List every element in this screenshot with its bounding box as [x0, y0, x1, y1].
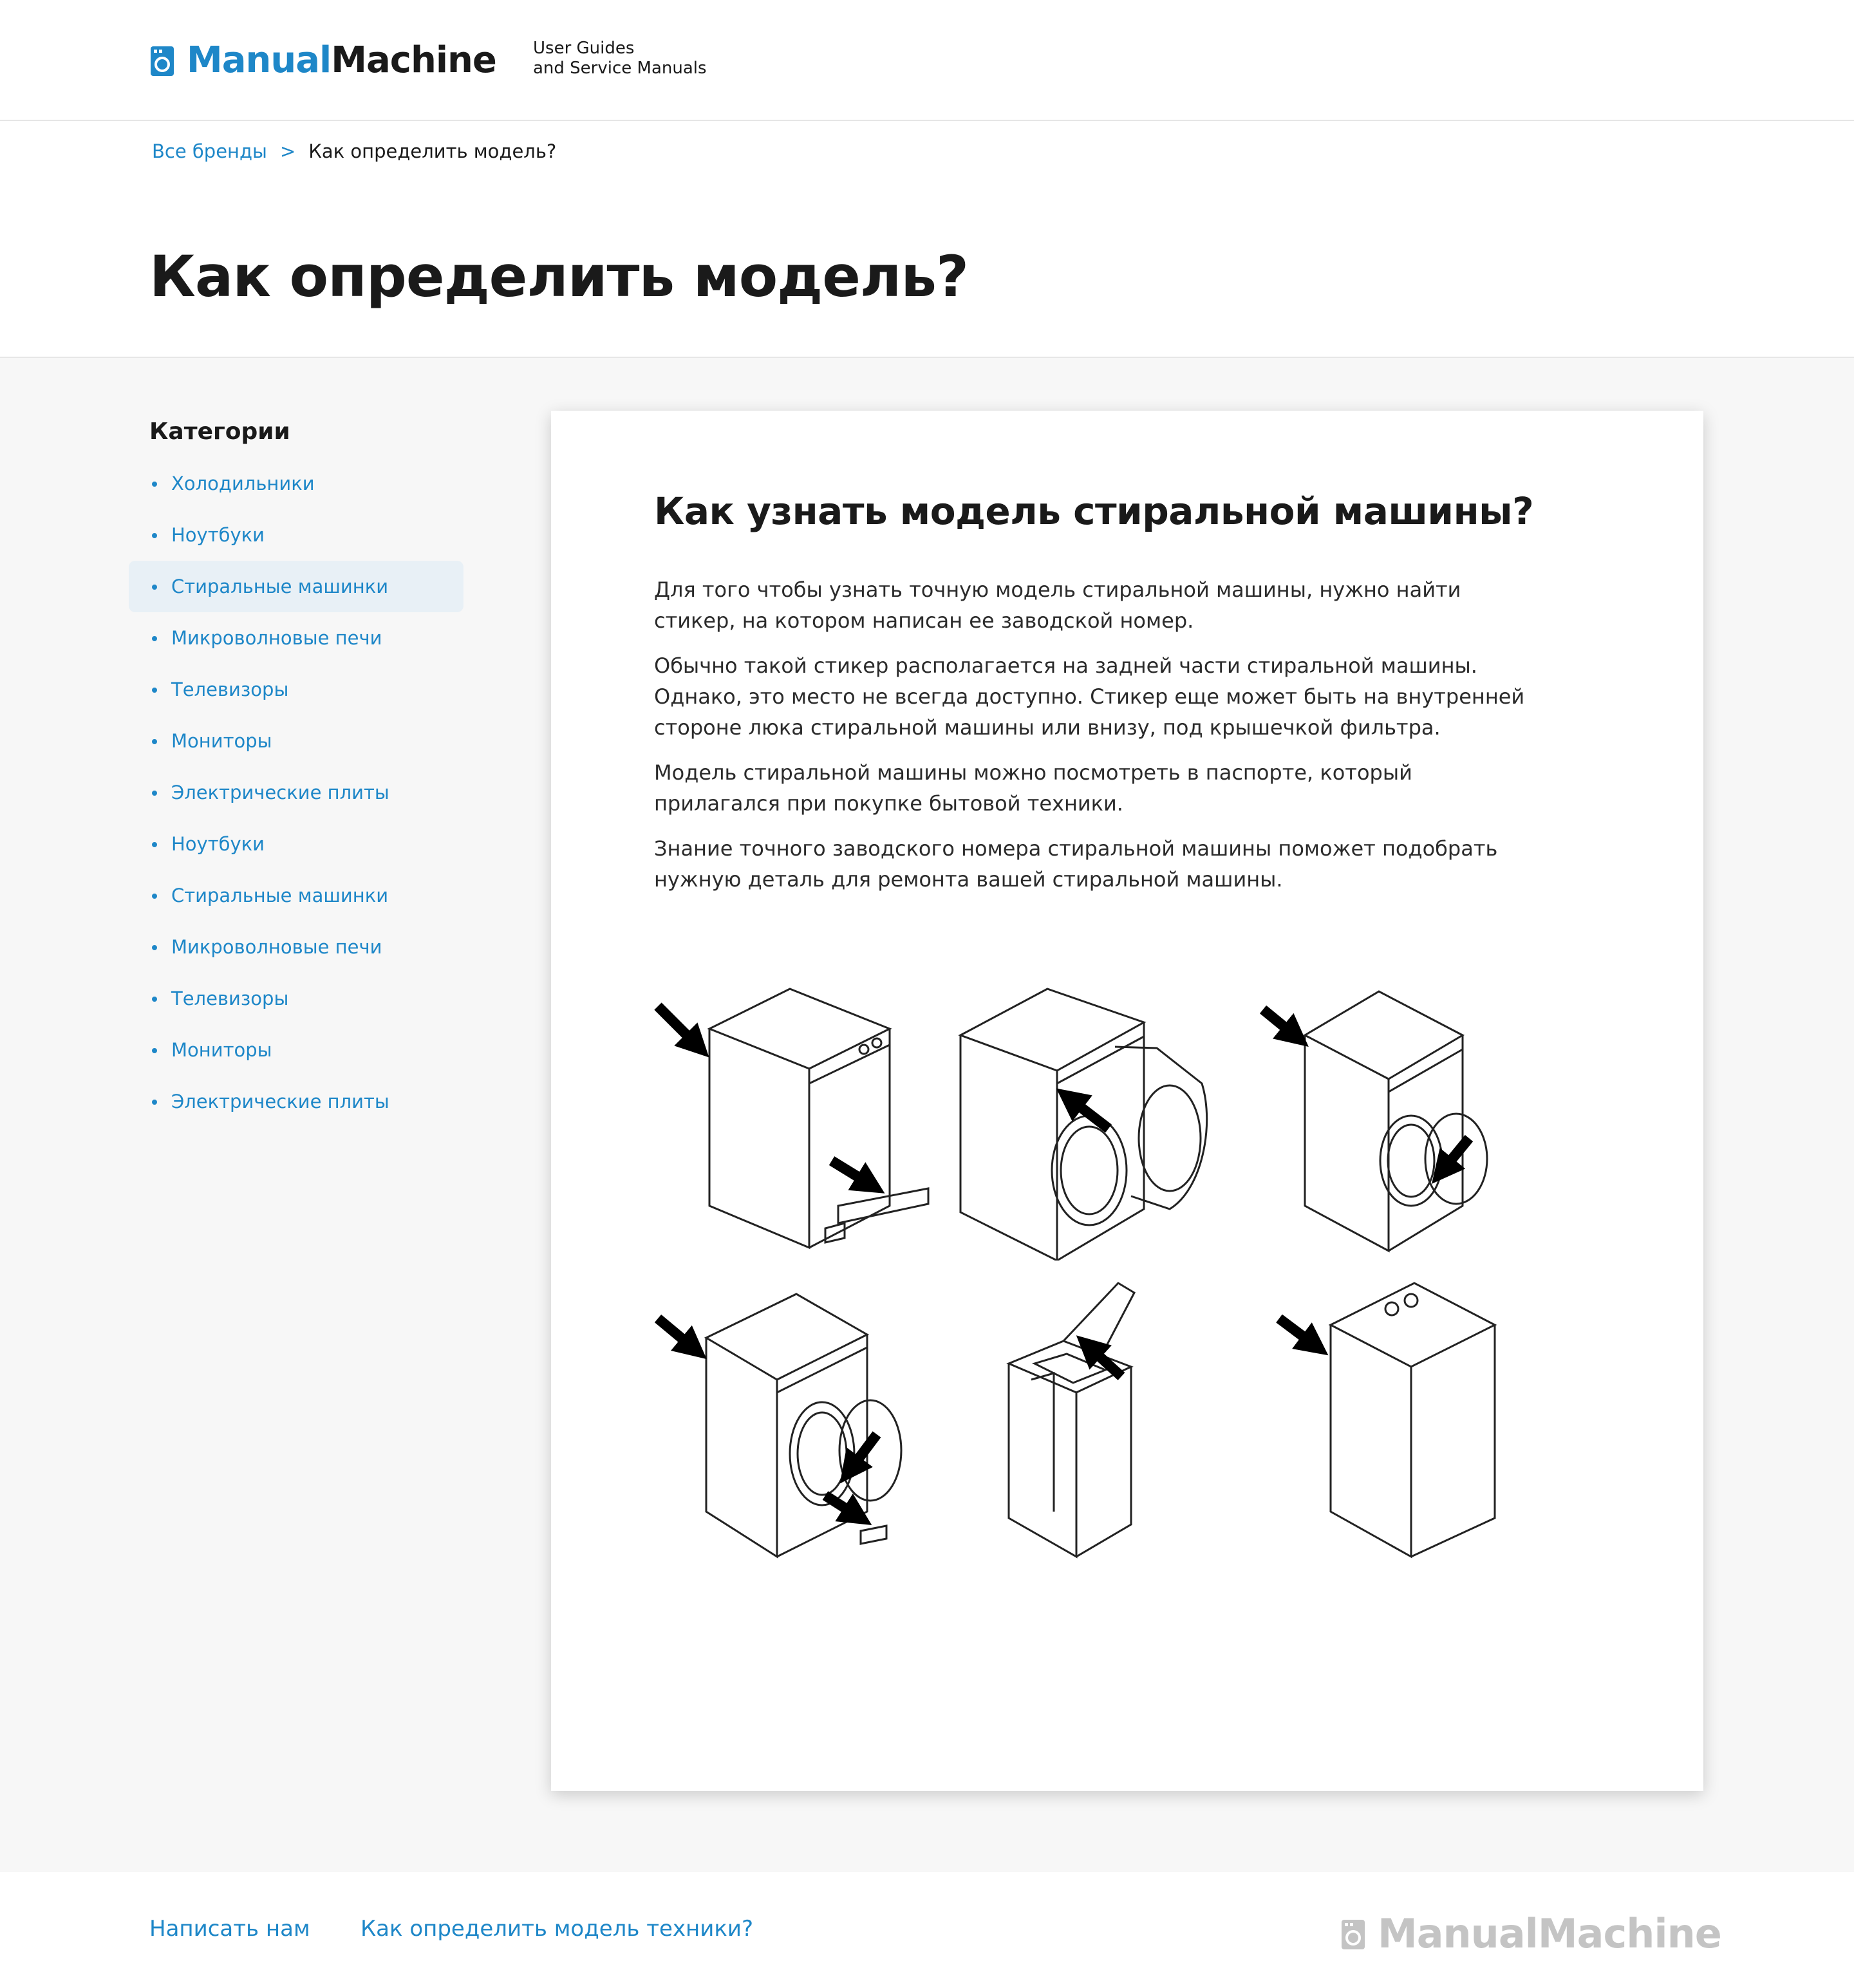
tagline-line-2: and Service Manuals: [533, 59, 707, 78]
page-title: Как определить модель?: [149, 243, 969, 310]
illustration-door-sticker: [951, 977, 1234, 1262]
article-paragraph: Модель стиральной машины можно посмотрет…: [654, 760, 1412, 816]
category-item[interactable]: Микроволновые печи: [129, 612, 464, 664]
illustration-filter-sticker: [651, 1280, 935, 1563]
article-title: Как узнать модель стиральной машины?: [654, 489, 1534, 533]
category-item[interactable]: Электрические плиты: [129, 1076, 464, 1127]
category-item[interactable]: Стиральные машинки: [129, 870, 464, 921]
breadcrumb-home-link[interactable]: Все бренды: [152, 140, 267, 162]
illustration-compact-sticker: [1250, 977, 1533, 1261]
logo-text-machine: Machine: [331, 39, 497, 81]
breadcrumb-separator: >: [279, 140, 296, 162]
washing-machine-logo-icon: [151, 46, 174, 76]
category-list: Холодильники Ноутбуки Стиральные машинки…: [129, 458, 464, 1127]
footer-logo[interactable]: Manual Machine: [1340, 1910, 1722, 1957]
breadcrumb: Все бренды > Как определить модель?: [152, 140, 556, 162]
main-content: Категории Холодильники Ноутбуки Стиральн…: [0, 357, 1854, 1873]
category-item[interactable]: Холодильники: [129, 458, 464, 509]
illustration-back-sticker: [1250, 1280, 1533, 1563]
breadcrumb-current: Как определить модель?: [308, 140, 557, 162]
category-item[interactable]: Телевизоры: [129, 664, 464, 715]
categories-sidebar: Категории Холодильники Ноутбуки Стиральн…: [129, 418, 464, 1127]
illustration-toploader-sticker: [951, 1280, 1234, 1563]
article-body: Для того чтобы узнать точную модель стир…: [654, 574, 1536, 909]
category-item[interactable]: Ноутбуки: [129, 509, 464, 561]
sidebar-title: Категории: [149, 418, 290, 445]
article-paragraph: Для того чтобы узнать точную модель стир…: [654, 577, 1461, 633]
tagline-line-1: User Guides: [533, 39, 635, 58]
category-item[interactable]: Мониторы: [129, 1024, 464, 1076]
site-footer: Написать нам Как определить модель техни…: [0, 1872, 1854, 1988]
site-header: Manual Machine User Guides and Service M…: [0, 0, 1854, 121]
washing-machine-illustrations: [651, 977, 1533, 1570]
footer-logo-text-manual: Manual: [1378, 1910, 1539, 1957]
category-item[interactable]: Микроволновые печи: [129, 921, 464, 973]
washing-machine-logo-icon: [1342, 1920, 1365, 1949]
logo-tagline: User Guides and Service Manuals: [533, 39, 707, 79]
site-logo[interactable]: Manual Machine: [149, 37, 497, 84]
article-paragraph: Знание точного заводского номера стираль…: [654, 836, 1498, 892]
footer-howto-link[interactable]: Как определить модель техники?: [360, 1916, 753, 1942]
illustration-rear-sticker: [651, 977, 935, 1261]
article-card: Как узнать модель стиральной машины? Для…: [551, 411, 1703, 1791]
footer-contact-link[interactable]: Написать нам: [149, 1916, 310, 1942]
logo-text-manual: Manual: [187, 39, 332, 81]
category-item-active[interactable]: Стиральные машинки: [129, 561, 464, 612]
category-item[interactable]: Мониторы: [129, 715, 464, 767]
category-item[interactable]: Электрические плиты: [129, 767, 464, 818]
article-paragraph: Обычно такой стикер располагается на зад…: [654, 653, 1525, 740]
footer-logo-text-machine: Machine: [1537, 1910, 1722, 1957]
category-item[interactable]: Телевизоры: [129, 973, 464, 1024]
category-item[interactable]: Ноутбуки: [129, 818, 464, 870]
